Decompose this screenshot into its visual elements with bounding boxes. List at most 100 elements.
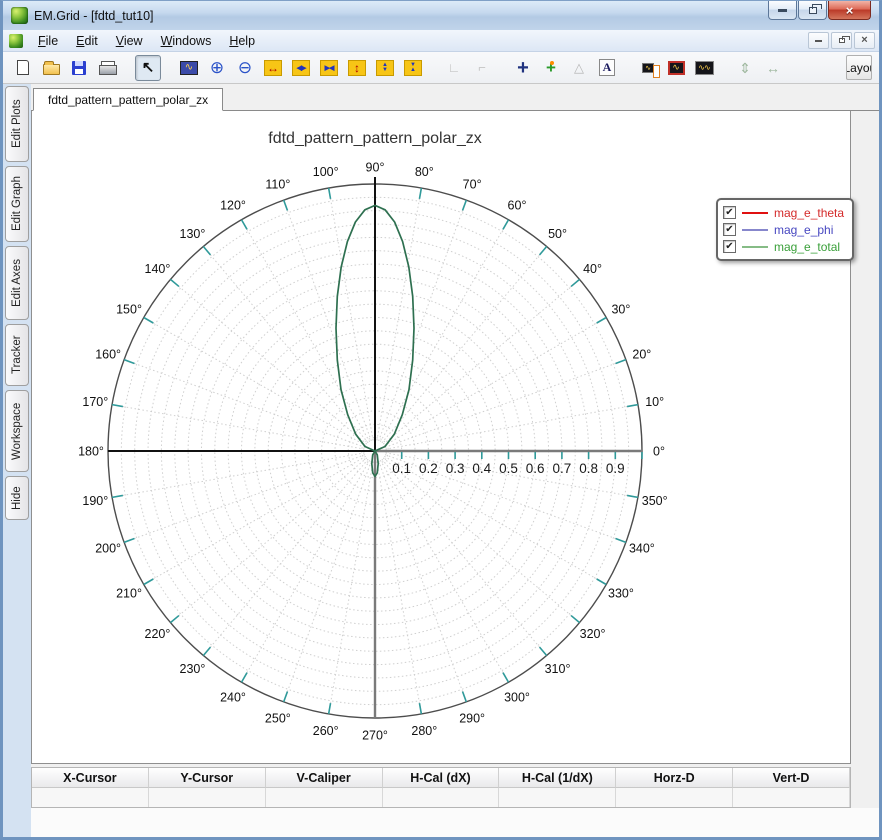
svg-text:280°: 280° [411,724,437,738]
legend-checkbox-mag_e_phi[interactable]: ✔ [723,223,736,236]
single-graph-icon: ∿ [667,60,685,75]
legend-entry-mag_e_theta: ✔ mag_e_theta [723,204,844,221]
cursor-col-value [499,788,617,807]
collapse-horizontal-button[interactable]: ▶◀ [316,55,342,81]
marker-triangle-button: △ [566,55,592,81]
cursor-col-value [148,788,266,807]
svg-text:240°: 240° [220,690,246,704]
zoom-region-button[interactable]: ∿ [176,55,202,81]
restore-button[interactable] [798,1,827,20]
svg-text:310°: 310° [545,662,571,676]
legend-label: mag_e_phi [774,222,834,237]
svg-text:0.8: 0.8 [579,461,598,476]
pan-vertical-button[interactable]: ▲ ▼ [372,55,398,81]
plot-properties-button[interactable]: ∿ [635,55,661,81]
menu-windows[interactable]: Windows [152,32,221,50]
expand-vertical-button[interactable]: ↕ [344,55,370,81]
mdi-restore-button[interactable] [831,32,852,49]
svg-text:320°: 320° [580,627,606,641]
legend-line-sample [742,228,768,231]
open-file-button[interactable] [38,55,64,81]
sidebar-tab-edit-graph[interactable]: Edit Graph [5,166,29,242]
window-title: EM.Grid - [fdtd_tut10] [34,8,154,23]
app-logo-icon [11,7,28,24]
legend-checkbox-mag_e_total[interactable]: ✔ [723,240,736,253]
svg-text:350°: 350° [642,494,668,508]
legend-checkbox-mag_e_theta[interactable]: ✔ [723,206,736,219]
svg-text:300°: 300° [504,690,530,704]
pan-vertical-icon: ▲ ▼ [376,59,394,76]
legend-entry-mag_e_total: ✔ mag_e_total [723,238,844,255]
tracker-tool-icon: + [546,58,556,77]
plot-panel[interactable]: 0.1 0.2 0.3 0.4 0.5 0.6 0.7 0.8 0.9 0° 10° 20° 30° 40… [31,111,855,764]
svg-text:260°: 260° [313,724,339,738]
fit-vertical-icon: ⇕ [739,59,751,76]
sidebar-tab-edit-plots[interactable]: Edit Plots [5,86,29,162]
tab-bar: fdtd_pattern_pattern_polar_zx [31,84,879,111]
zoom-in-icon: ⊕ [209,58,225,77]
collapse-vertical-button[interactable]: ▼ ▲ [400,55,426,81]
text-annotation-button[interactable]: A [594,55,620,81]
crosshair-cursor-button[interactable]: + [510,55,536,81]
single-graph-button[interactable]: ∿ [663,55,689,81]
cursor-col-header: H-Cal (dX) [382,768,500,788]
cursor-col-value [265,788,383,807]
app-window: EM.Grid - [fdtd_tut10] × File Edit View Win… [0,0,882,840]
zoom-out-button[interactable]: ⊖ [232,55,258,81]
tab-fdtd-pattern-polar-zx[interactable]: fdtd_pattern_pattern_polar_zx [33,88,224,111]
minimize-icon [778,8,787,12]
mdi-minimize-icon [815,39,822,42]
svg-text:160°: 160° [95,347,121,361]
toolbar: ↖∿⊕⊖↔◀▶▶◀↕▲▼▼▲∟⌐++△A∿∿∿∿⇕↔Layout [3,52,879,84]
mdi-close-button[interactable]: × [854,32,875,49]
menu-edit[interactable]: Edit [67,32,107,50]
sidebar-tab-workspace[interactable]: Workspace [5,390,29,472]
save-icon [72,60,86,75]
cursor-col-header: Y-Cursor [148,768,266,788]
svg-text:120°: 120° [220,199,246,213]
svg-text:0°: 0° [653,445,665,459]
svg-text:190°: 190° [82,494,108,508]
save-button[interactable] [66,55,92,81]
pan-horizontal-button[interactable]: ◀▶ [288,55,314,81]
minimize-button[interactable] [768,1,797,20]
menu-file[interactable]: File [29,32,67,50]
print-icon [99,60,117,75]
titlebar: EM.Grid - [fdtd_tut10] × [3,1,879,30]
svg-text:0.9: 0.9 [606,461,625,476]
cursor-col-value [32,788,149,807]
print-button[interactable] [94,55,120,81]
expand-horizontal-icon: ↔ [264,59,282,76]
tracker-tool-button[interactable]: + [538,55,564,81]
sidebar-tab-hide[interactable]: Hide [5,476,29,520]
footer-strip [31,808,879,837]
close-icon: × [845,2,854,18]
menu-help[interactable]: Help [220,32,264,50]
sidebar: Edit Plots Edit Graph Edit Axes Tracker Work… [3,84,31,837]
svg-text:170°: 170° [82,395,108,409]
mdi-minimize-button[interactable] [808,32,829,49]
fit-horizontal-icon: ↔ [766,59,780,76]
expand-vertical-icon: ↕ [348,59,366,76]
svg-text:230°: 230° [180,662,206,676]
toolbar-separator [718,55,731,81]
svg-text:130°: 130° [180,227,206,241]
layout-label: Layout [847,60,871,75]
select-cursor-button[interactable]: ↖ [135,54,161,81]
svg-text:90°: 90° [366,161,385,175]
cursor-col-value [733,788,850,807]
sidebar-tab-edit-axes[interactable]: Edit Axes [5,246,29,320]
sidebar-tab-tracker[interactable]: Tracker [5,324,29,386]
corner-caliper-left-icon: ∟ [447,60,461,75]
menubar: File Edit View Windows Help × [3,30,879,52]
menu-view[interactable]: View [107,32,152,50]
svg-text:340°: 340° [629,542,655,556]
multi-graph-button[interactable]: ∿∿ [691,55,717,81]
corner-caliper-right-button: ⌐ [469,55,495,81]
close-button[interactable]: × [828,1,871,20]
expand-horizontal-button[interactable]: ↔ [260,55,286,81]
layout-button[interactable]: Layout [846,55,872,80]
mdi-window-controls: × [806,32,875,49]
new-file-button[interactable] [10,55,36,81]
zoom-in-button[interactable]: ⊕ [204,55,230,81]
